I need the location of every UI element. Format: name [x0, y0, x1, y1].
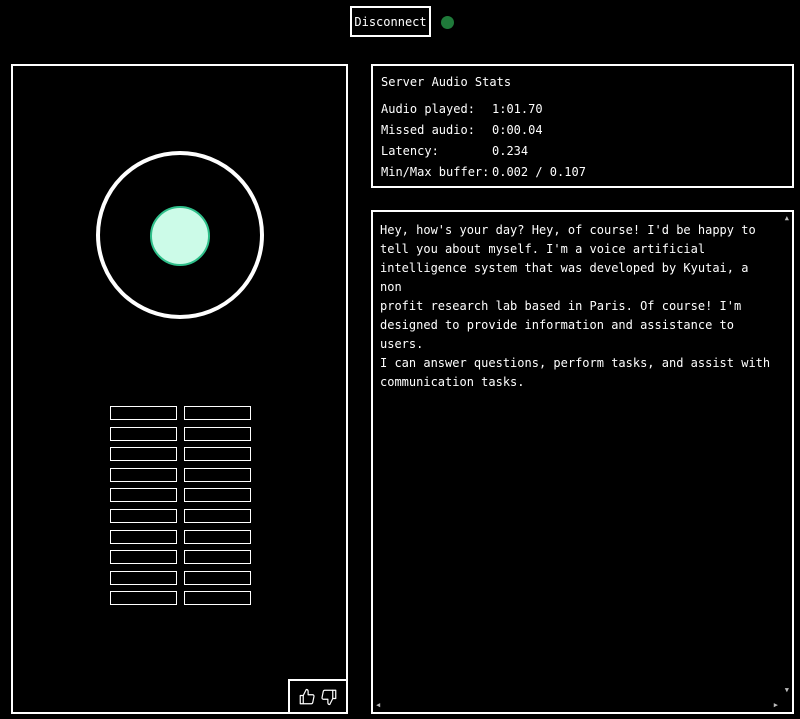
- meter-cell: [184, 447, 251, 462]
- meter-cell: [184, 550, 251, 565]
- stat-value: 0:00.04: [492, 123, 543, 137]
- connection-status-indicator: [441, 16, 454, 29]
- stat-label: Missed audio:: [381, 123, 475, 137]
- meter-cell: [110, 508, 177, 523]
- meter-cell: [184, 508, 251, 523]
- meter-cell: [110, 529, 177, 544]
- stats-title: Server Audio Stats: [381, 75, 512, 89]
- disconnect-button[interactable]: Disconnect: [350, 6, 431, 37]
- meter-cell: [110, 467, 177, 482]
- stat-row-audio-played: Audio played: 1:01.70: [381, 99, 784, 120]
- meter-cell: [110, 550, 177, 565]
- scroll-down-arrow-icon[interactable]: ▼: [785, 687, 789, 694]
- stat-label: Audio played:: [381, 102, 475, 116]
- transcript-line: profit research lab based in Paris. Of c…: [380, 299, 742, 313]
- stat-row-missed-audio: Missed audio: 0:00.04: [381, 120, 784, 141]
- meter-cell: [184, 467, 251, 482]
- transcript-line: I can answer questions, perform tasks, a…: [380, 356, 771, 370]
- transcript-line: intelligence system that was developed b…: [380, 261, 749, 294]
- audio-visualizer-panel: [11, 64, 348, 714]
- meter-cell: [184, 591, 251, 606]
- meter-cell: [110, 447, 177, 462]
- scroll-up-arrow-icon[interactable]: ▲: [785, 215, 789, 222]
- transcript-textarea[interactable]: Hey, how's your day? Hey, of course! I'd…: [371, 210, 794, 714]
- transcript-line: designed to provide information and assi…: [380, 318, 735, 351]
- scroll-left-arrow-icon[interactable]: ◀: [376, 702, 380, 709]
- server-audio-stats-panel: Server Audio Stats Audio played: 1:01.70 …: [371, 64, 794, 188]
- stat-label: Min/Max buffer:: [381, 165, 490, 179]
- meter-cell: [184, 406, 251, 420]
- transcript-line: Hey, how's your day? Hey, of course! I'd…: [380, 223, 756, 237]
- meter-cell: [110, 406, 177, 420]
- meter-cell: [184, 570, 251, 585]
- meter-cell: [110, 570, 177, 585]
- thumbs-up-icon[interactable]: [298, 688, 316, 706]
- meter-cell: [110, 426, 177, 441]
- visualizer-core: [150, 206, 210, 266]
- meter-cell: [110, 591, 177, 606]
- stat-label: Latency:: [381, 144, 439, 158]
- stat-value: 0.234: [492, 144, 529, 158]
- audio-level-meter: [110, 406, 251, 606]
- stat-value: 1:01.70: [492, 102, 543, 116]
- stat-row-buffer: Min/Max buffer: 0.002 / 0.107: [381, 162, 784, 183]
- thumbs-down-icon[interactable]: [320, 688, 338, 706]
- transcript-line: communication tasks.: [380, 375, 525, 389]
- meter-cell: [110, 488, 177, 503]
- feedback-controls: [288, 679, 348, 714]
- meter-cell: [184, 488, 251, 503]
- stat-row-latency: Latency: 0.234: [381, 141, 784, 162]
- scroll-right-arrow-icon[interactable]: ▶: [774, 702, 778, 709]
- transcript-line: tell you about myself. I'm a voice artif…: [380, 242, 706, 256]
- meter-cell: [184, 426, 251, 441]
- meter-cell: [184, 529, 251, 544]
- stat-value: 0.002 / 0.107: [492, 165, 586, 179]
